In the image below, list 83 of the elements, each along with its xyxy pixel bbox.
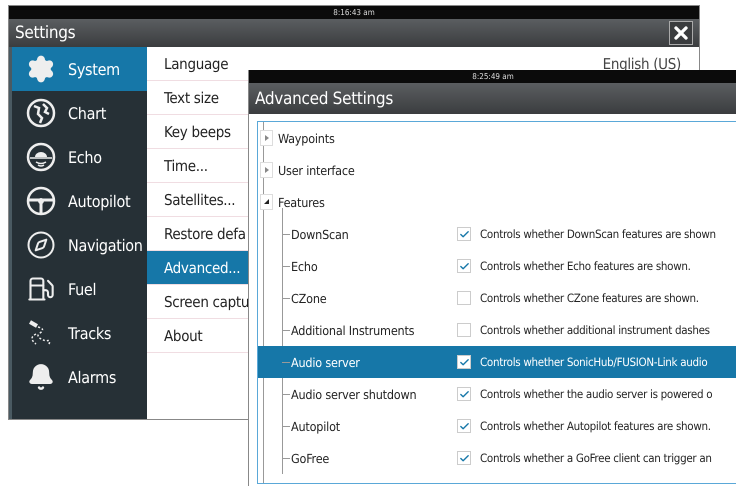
- tree-row[interactable]: CZone Controls whether CZone features are shown.: [258, 282, 736, 314]
- tree-row[interactable]: DownScan Controls whether DownScan features are shown: [258, 218, 736, 250]
- feature-description: Controls whether CZone features are shown.: [480, 291, 699, 305]
- feature-label: Echo: [291, 258, 318, 274]
- menu-label: Text size: [164, 88, 219, 106]
- check-icon: [458, 452, 470, 464]
- menu-label: Advanced...: [164, 258, 240, 276]
- tree-row[interactable]: Audio server shutdown Controls whether the audio server is powered o: [258, 378, 736, 410]
- feature-description: Controls whether DownScan features are shown: [480, 227, 716, 241]
- menu-value: English (US): [602, 54, 681, 72]
- checkbox[interactable]: [457, 355, 471, 369]
- tree-row[interactable]: Echo Controls whether Echo features are shown.: [258, 250, 736, 282]
- triangle-down-icon: [264, 199, 270, 205]
- tree-node-label[interactable]: Waypoints: [278, 130, 335, 146]
- checkbox[interactable]: [457, 291, 471, 305]
- menu-label: Language: [164, 54, 228, 72]
- checkbox[interactable]: [457, 227, 471, 241]
- sonar-icon: [26, 142, 56, 172]
- tree-node-label[interactable]: User interface: [278, 162, 355, 178]
- expander-toggle[interactable]: [260, 194, 273, 210]
- sidebar-label: Alarms: [68, 368, 116, 386]
- sidebar-item[interactable]: System: [12, 47, 147, 91]
- menu-label: Satellites...: [164, 190, 236, 208]
- fuel-pump-icon: [27, 275, 55, 303]
- menu-label: Screen captu: [164, 292, 250, 310]
- menu-label: Restore defa: [164, 224, 246, 242]
- feature-label: Autopilot: [291, 418, 340, 434]
- tree-row[interactable]: Additional Instruments Controls whether additional instrument dashes: [258, 314, 736, 346]
- check-icon: [458, 388, 470, 400]
- checkbox[interactable]: [457, 387, 471, 401]
- check-icon: [458, 228, 470, 240]
- feature-label: GoFree: [291, 450, 330, 466]
- sidebar-item[interactable]: Tracks: [12, 311, 147, 355]
- sidebar-label: Fuel: [68, 280, 96, 298]
- clock-time: 8:16:43 am: [333, 8, 375, 17]
- checkbox[interactable]: [457, 451, 471, 465]
- feature-label: Additional Instruments: [291, 322, 414, 338]
- menu-label: Key beeps: [164, 122, 231, 140]
- sidebar-label: Navigation: [68, 236, 143, 254]
- feature-description: Controls whether a GoFree client can trigger an: [480, 451, 712, 465]
- tree-node-label[interactable]: Features: [278, 194, 325, 210]
- sidebar-item[interactable]: Fuel: [12, 267, 147, 311]
- checkbox[interactable]: [457, 419, 471, 433]
- close-button[interactable]: [669, 21, 693, 45]
- tree-row[interactable]: Autopilot Controls whether Autopilot features are shown.: [258, 410, 736, 442]
- sidebar-label: System: [68, 60, 120, 78]
- compass-icon: [26, 230, 56, 260]
- checkbox[interactable]: [457, 259, 471, 273]
- triangle-right-icon: [264, 167, 270, 173]
- clock-time: 8:25:49 am: [472, 72, 514, 81]
- check-icon: [458, 356, 470, 368]
- feature-description: Controls whether Autopilot features are shown.: [480, 419, 711, 433]
- feature-description: Controls whether Echo features are shown.: [480, 259, 691, 273]
- tree-row[interactable]: GoFree Controls whether a GoFree client can trigger an: [258, 442, 736, 474]
- feature-label: CZone: [291, 290, 326, 306]
- steering-wheel-icon: [26, 186, 56, 216]
- triangle-right-icon: [264, 135, 270, 141]
- sidebar-label: Echo: [68, 148, 102, 166]
- sidebar-label: Chart: [68, 104, 106, 122]
- check-icon: [458, 260, 470, 272]
- window-title: Advanced Settings: [255, 88, 394, 108]
- expander-toggle[interactable]: [260, 130, 273, 146]
- bell-icon: [27, 363, 55, 391]
- sidebar-label: Autopilot: [68, 192, 130, 210]
- feature-description: Controls whether additional instrument dashes: [480, 323, 710, 337]
- feature-description: Controls whether the audio server is powered o: [480, 387, 712, 401]
- feature-label: Audio server shutdown: [291, 386, 416, 402]
- sidebar-item[interactable]: Navigation: [12, 223, 147, 267]
- window-title: Settings: [15, 23, 76, 43]
- selected-row[interactable]: Audio server Controls whether SonicHub/FUSION-Link audio: [258, 346, 736, 378]
- sidebar-item[interactable]: Autopilot: [12, 179, 147, 223]
- check-icon: [458, 420, 470, 432]
- menu-label: About: [164, 326, 202, 344]
- feature-label: DownScan: [291, 226, 349, 242]
- feature-description: Controls whether SonicHub/FUSION-Link audio: [480, 355, 708, 369]
- menu-label: Time...: [164, 156, 208, 174]
- sidebar-item[interactable]: Alarms: [12, 355, 147, 399]
- feature-label: Audio server: [291, 354, 360, 370]
- sidebar-item[interactable]: Echo: [12, 135, 147, 179]
- checkbox[interactable]: [457, 323, 471, 337]
- sidebar-item[interactable]: Chart: [12, 91, 147, 135]
- expander-toggle[interactable]: [260, 162, 273, 178]
- sidebar-label: Tracks: [68, 324, 112, 342]
